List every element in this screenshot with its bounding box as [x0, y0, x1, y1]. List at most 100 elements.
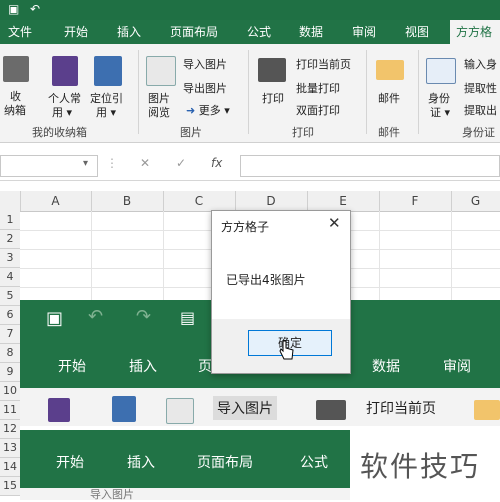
more-label: 更多 ▾ — [198, 104, 230, 117]
locate-label-2: 用 ▾ — [96, 106, 117, 119]
title-bar: ▣ ↶ — [0, 0, 500, 20]
dialog-title: 方方格子 — [221, 220, 270, 234]
mail-icon — [376, 60, 404, 80]
row-header[interactable]: 4 — [0, 268, 20, 287]
tab-fangfange[interactable]: 方方格子 — [450, 20, 500, 63]
column-header[interactable]: D — [235, 191, 308, 211]
tab-data[interactable]: 数据 — [299, 23, 323, 40]
printer-icon — [258, 58, 286, 82]
import-pic-button[interactable]: 导入图片 — [183, 56, 227, 72]
fx-icon[interactable]: fx — [211, 156, 222, 170]
tab-view[interactable]: 视图 — [405, 23, 429, 40]
extract-birth-button[interactable]: 提取出 — [464, 102, 497, 118]
arrow-right-icon: ➜ — [186, 104, 196, 117]
row-header[interactable]: 8 — [0, 344, 20, 363]
more-dots-icon: ⋮ — [106, 156, 118, 170]
locate-icon — [112, 396, 136, 422]
extract-gender-button[interactable]: 提取性 — [464, 80, 497, 96]
cancel-icon[interactable]: ✕ — [140, 156, 150, 170]
row-header[interactable]: 9 — [0, 363, 20, 382]
row-header[interactable]: 10 — [0, 382, 20, 401]
export-pic-button[interactable]: 导出图片 — [183, 80, 227, 96]
zoom-tab-home: 开始 — [58, 359, 86, 375]
column-header-row: A B C D E F G — [0, 191, 500, 212]
close-icon[interactable]: ✕ — [328, 214, 341, 232]
zoom-tab-insert: 插入 — [129, 359, 157, 375]
locate-icon — [94, 56, 122, 86]
group-print: 打印 — [292, 126, 314, 139]
row-header[interactable]: 1 — [0, 211, 20, 230]
row-header[interactable]: 15 — [0, 477, 20, 496]
tab-home[interactable]: 开始 — [64, 23, 88, 40]
row-header[interactable]: 5 — [0, 287, 20, 306]
tab-page-layout[interactable]: 页面布局 — [170, 23, 218, 40]
undo-icon: ↶ — [88, 306, 104, 327]
zoom-tab-data: 数据 — [372, 359, 400, 375]
message-dialog: 方方格子 ✕ 已导出4张图片 确定 — [211, 210, 351, 374]
zoom-print-current: 打印当前页 — [366, 401, 436, 417]
column-header[interactable]: G — [451, 191, 500, 211]
column-header[interactable]: A — [20, 191, 92, 211]
undo-icon[interactable]: ↶ — [30, 2, 40, 16]
zoom2-tab-home: 开始 — [56, 455, 84, 471]
collection-label-2: 纳箱 — [4, 104, 26, 117]
personal-icon — [52, 56, 78, 86]
input-id-button[interactable]: 输入身 — [464, 56, 497, 72]
row-header[interactable]: 2 — [0, 230, 20, 249]
row-header[interactable]: 14 — [0, 458, 20, 477]
zoomed-strip-bottom: 导入图片 — [20, 488, 350, 501]
save-icon[interactable]: ▣ — [8, 2, 19, 16]
tab-review[interactable]: 审阅 — [352, 23, 376, 40]
row-header[interactable]: 13 — [0, 439, 20, 458]
zoomed-tab-overlay: 开始 插入 页面布局 公式 — [20, 430, 350, 488]
personal-label-2: 用 ▾ — [52, 106, 73, 119]
column-header[interactable]: B — [91, 191, 164, 211]
id-card-label-2: 证 ▾ — [430, 106, 451, 119]
column-header[interactable]: F — [379, 191, 452, 211]
duplex-print-button[interactable]: 双面打印 — [296, 102, 340, 118]
tab-formulas[interactable]: 公式 — [247, 23, 271, 40]
mail-label: 邮件 — [378, 92, 400, 105]
row-header[interactable]: 3 — [0, 249, 20, 268]
batch-print-button[interactable]: 批量打印 — [296, 80, 340, 96]
separator — [138, 50, 139, 134]
dialog-message: 已导出4张图片 — [226, 273, 306, 287]
row-header[interactable]: 6 — [0, 306, 20, 325]
confirm-icon[interactable]: ✓ — [176, 156, 186, 170]
row-header[interactable]: 7 — [0, 325, 20, 344]
group-picture: 图片 — [180, 126, 202, 139]
column-header[interactable]: E — [307, 191, 380, 211]
print-current-button[interactable]: 打印当前页 — [296, 56, 351, 72]
printer-icon — [316, 400, 346, 420]
zoom2-tab-formulas: 公式 — [300, 455, 328, 471]
more-button[interactable]: ➜ 更多 ▾ — [186, 102, 230, 118]
tab-insert[interactable]: 插入 — [117, 23, 141, 40]
print-label: 打印 — [262, 92, 284, 105]
chevron-down-icon[interactable]: ▾ — [83, 158, 88, 169]
tab-file[interactable]: 文件 — [8, 23, 32, 40]
grid-line — [379, 211, 380, 301]
pic-browse-label-2: 阅览 — [148, 106, 170, 119]
picture-icon — [146, 56, 176, 86]
watermark-text: 软件技巧 — [360, 450, 481, 483]
grid-line — [451, 211, 452, 301]
zoomed-ribbon-strip: 导入图片 打印当前页 — [20, 388, 500, 426]
formula-input[interactable] — [240, 155, 500, 177]
select-all-corner[interactable] — [0, 191, 21, 211]
picture-icon — [166, 398, 194, 424]
row-header[interactable]: 11 — [0, 401, 20, 420]
grid-line — [91, 211, 92, 301]
separator — [418, 50, 419, 134]
separator — [248, 50, 249, 134]
zoom2-tab-page-layout: 页面布局 — [197, 455, 253, 471]
grid-line — [163, 211, 164, 301]
group-id-card: 身份证 — [462, 126, 495, 139]
menu-tab-bar: 文件 开始 插入 页面布局 公式 数据 审阅 视图 方方格子 — [0, 20, 500, 63]
zoom2-tab-insert: 插入 — [127, 455, 155, 471]
row-header[interactable]: 12 — [0, 420, 20, 439]
group-mail: 邮件 — [378, 126, 400, 139]
separator — [366, 50, 367, 134]
zoom-tab-review: 审阅 — [443, 359, 471, 375]
name-box[interactable]: ▾ — [0, 155, 98, 177]
column-header[interactable]: C — [163, 191, 236, 211]
